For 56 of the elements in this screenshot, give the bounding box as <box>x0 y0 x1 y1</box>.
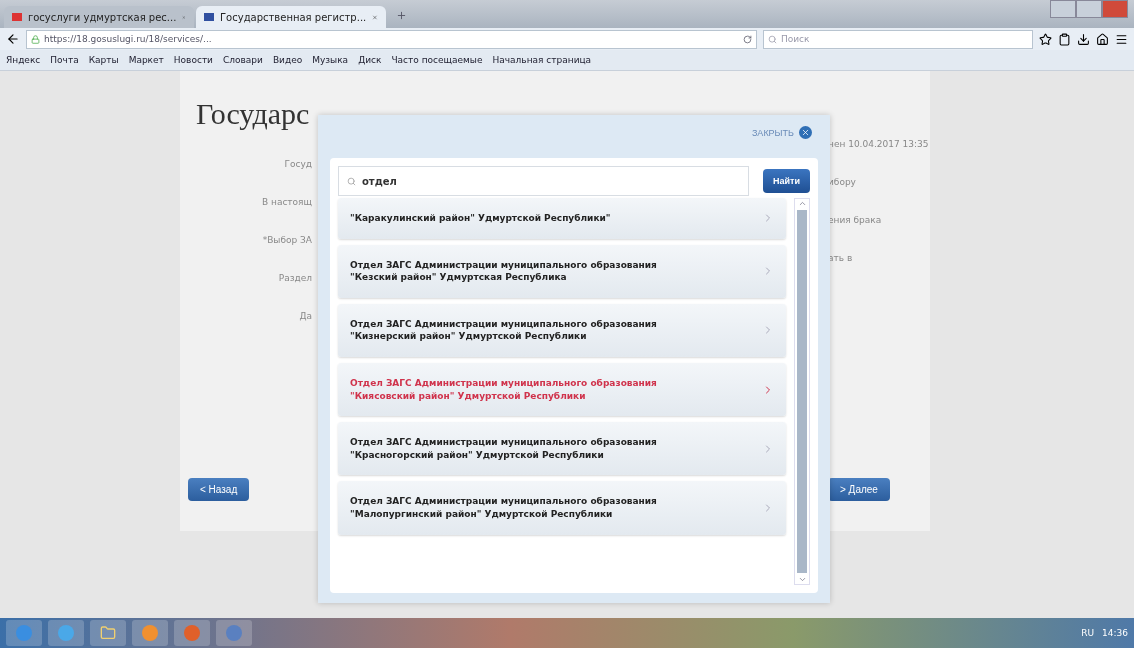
result-item[interactable]: Отдел ЗАГС Администрации муниципального образования "Киясовский район" Удмуртской Республики <box>338 362 786 417</box>
download-icon[interactable] <box>1077 32 1090 46</box>
next-button[interactable]: > Далее <box>828 478 890 501</box>
bookmark-link[interactable]: Маркет <box>128 55 164 65</box>
url-field[interactable]: https://18.gosuslugi.ru/18/services/... <box>26 29 757 49</box>
search-icon <box>768 34 777 44</box>
form-label: Госуд <box>284 159 312 169</box>
bookmark-link[interactable]: Музыка <box>312 55 349 65</box>
search-input[interactable]: отдел <box>338 166 749 196</box>
clock[interactable]: 14:36 <box>1102 628 1128 638</box>
result-item[interactable]: Отдел ЗАГС Администрации муниципального образования "Кизнерский район" Удмуртской Республики <box>338 303 786 357</box>
back-button[interactable]: < Назад <box>188 478 250 501</box>
bookmark-link[interactable]: Яндекс <box>6 55 41 65</box>
result-item[interactable]: "Каракулинский район" Удмуртской Республики" <box>338 198 786 239</box>
find-button[interactable]: Найти <box>763 169 810 193</box>
bookmark-link[interactable]: Словари <box>222 55 263 65</box>
bookmark-link[interactable]: Почта <box>50 55 79 65</box>
folder-taskbar-icon[interactable] <box>90 620 126 646</box>
page-heading: Государс <box>196 97 310 131</box>
language-indicator[interactable]: RU <box>1081 628 1095 638</box>
bookmark-link[interactable]: Диск <box>358 55 382 65</box>
star-icon[interactable] <box>1039 32 1052 46</box>
bookmark-link[interactable]: Начальная страница <box>492 55 592 65</box>
bookmark-link[interactable]: Видео <box>272 55 303 65</box>
maximize-button[interactable] <box>1076 0 1102 18</box>
form-label: Да <box>299 311 312 321</box>
lock-icon <box>31 34 40 44</box>
url-text: https://18.gosuslugi.ru/18/services/... <box>44 34 212 44</box>
scroll-up-icon[interactable] <box>797 199 807 208</box>
start-button[interactable] <box>6 620 42 646</box>
browser-tab[interactable]: Государственная регистр... <box>196 6 386 28</box>
close-icon[interactable] <box>372 12 378 22</box>
close-icon <box>799 126 812 139</box>
search-icon <box>347 176 356 186</box>
close-window-button[interactable] <box>1102 0 1128 18</box>
bookmark-link[interactable]: Часто посещаемые <box>391 55 483 65</box>
minimize-button[interactable] <box>1050 0 1076 18</box>
reload-icon[interactable] <box>743 34 752 44</box>
form-label: В настоящ <box>261 197 312 207</box>
home-icon[interactable] <box>1096 32 1109 46</box>
scroll-down-icon[interactable] <box>797 575 807 584</box>
bookmark-link[interactable]: Карты <box>88 55 119 65</box>
result-item[interactable]: Отдел ЗАГС Администрации муниципального образования "Кезский район" Удмуртская Республика <box>338 244 786 298</box>
result-item[interactable]: Отдел ЗАГС Администрации муниципального образования "Красногорский район" Удмуртской Республики <box>338 422 786 476</box>
menu-icon[interactable] <box>1115 32 1128 46</box>
bookmark-link[interactable]: Новости <box>173 55 213 65</box>
form-label: Раздел <box>278 273 312 283</box>
form-label: *Выбор ЗА <box>262 235 312 245</box>
clipboard-icon[interactable] <box>1058 32 1071 46</box>
favicon-icon <box>204 13 214 21</box>
back-icon[interactable] <box>6 32 20 46</box>
browser-tab[interactable]: госуслуги удмуртская рес... <box>4 6 194 28</box>
result-item[interactable]: Отдел ЗАГС Администрации муниципального образования "Малопургинский район" Удмуртской Республики <box>338 481 786 535</box>
search-value: отдел <box>362 175 397 187</box>
favicon-icon <box>12 13 22 21</box>
scrollbar[interactable] <box>794 198 810 585</box>
